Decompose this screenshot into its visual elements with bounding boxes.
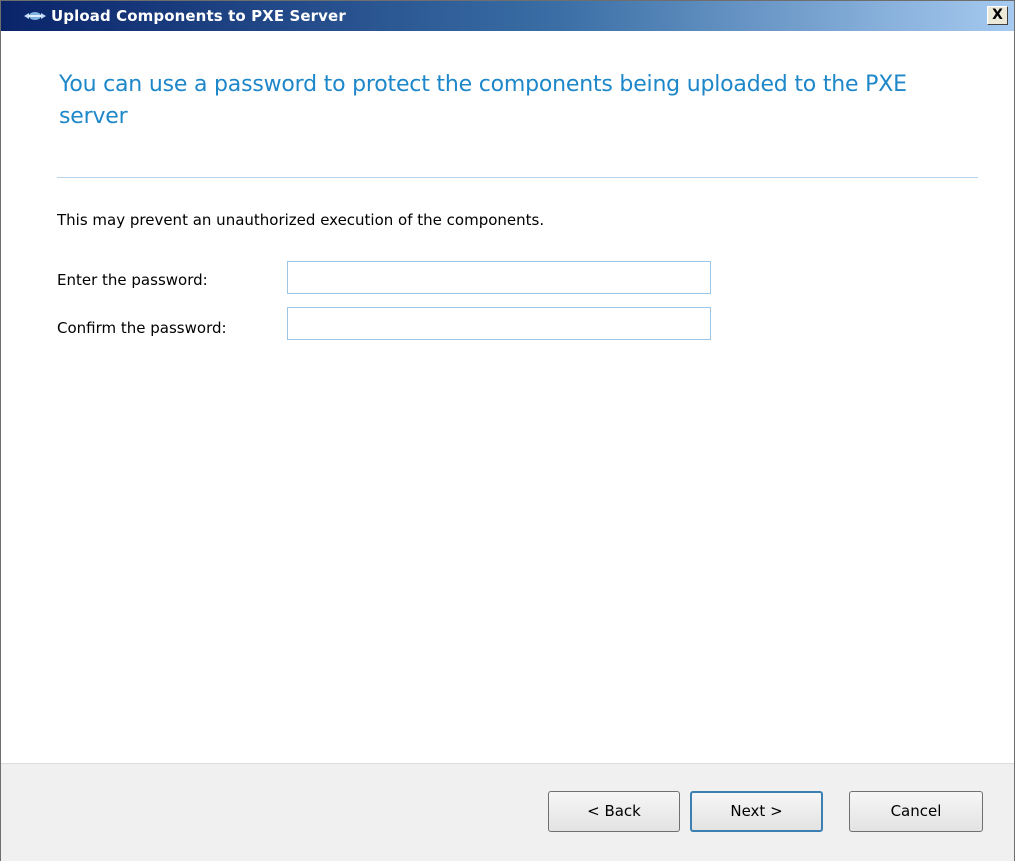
confirm-password-label: Confirm the password: xyxy=(57,319,227,337)
upload-components-dialog: Upload Components to PXE Server X You ca… xyxy=(0,0,1015,861)
dialog-content xyxy=(1,31,1014,761)
password-label: Enter the password: xyxy=(57,271,208,289)
heading-divider xyxy=(57,177,978,178)
back-button[interactable]: < Back xyxy=(548,791,680,832)
confirm-password-field[interactable] xyxy=(287,307,711,340)
password-field[interactable] xyxy=(287,261,711,294)
title-bar[interactable]: Upload Components to PXE Server X xyxy=(1,1,1014,31)
page-heading: You can use a password to protect the co… xyxy=(59,72,907,129)
close-icon: X xyxy=(992,7,1003,23)
close-button[interactable]: X xyxy=(987,6,1008,25)
description-text: This may prevent an unauthorized executi… xyxy=(57,211,545,229)
cancel-button[interactable]: Cancel xyxy=(849,791,983,832)
network-arrows-icon xyxy=(24,12,46,20)
window-title: Upload Components to PXE Server xyxy=(51,7,346,25)
dialog-footer: < Back Next > Cancel xyxy=(1,763,1014,861)
next-button[interactable]: Next > xyxy=(690,791,823,832)
